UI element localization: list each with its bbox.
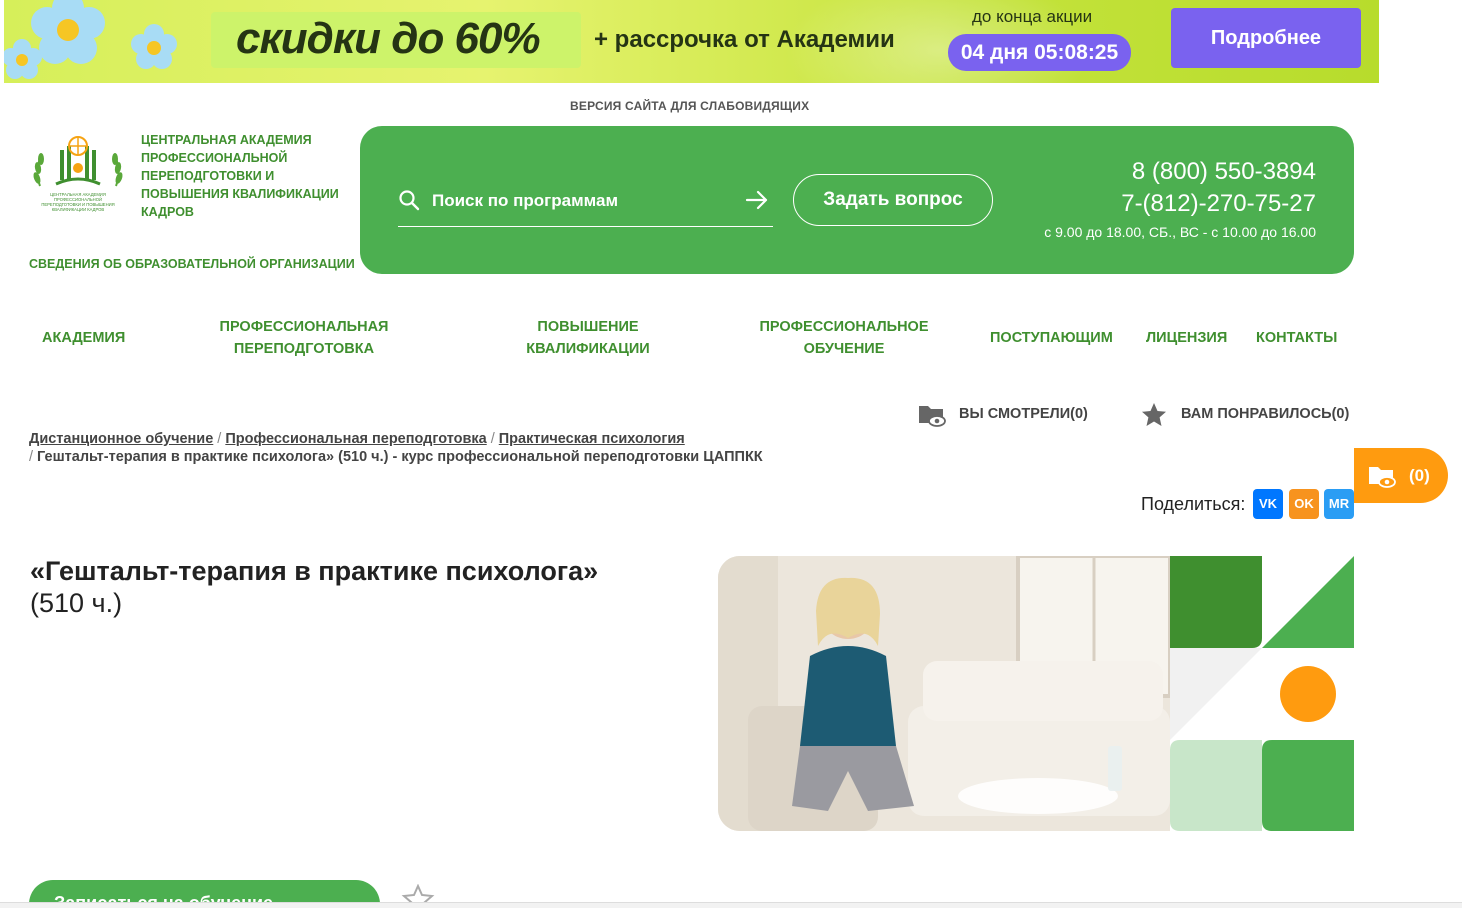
course-hours: (510 ч.) bbox=[30, 588, 123, 618]
nav-contacts[interactable]: КОНТАКТЫ bbox=[1256, 327, 1337, 349]
breadcrumb: Дистанционное обучение / Профессиональная … bbox=[29, 430, 859, 466]
ok-share-icon[interactable]: OK bbox=[1289, 489, 1319, 519]
search-icon bbox=[399, 190, 420, 211]
svg-text:КВАЛИФИКАЦИИ КАДРОВ: КВАЛИФИКАЦИИ КАДРОВ bbox=[52, 207, 105, 212]
nav-applicants[interactable]: ПОСТУПАЮЩИМ bbox=[990, 327, 1113, 349]
star-icon[interactable] bbox=[1140, 401, 1168, 429]
floating-viewed-button[interactable]: (0) bbox=[1354, 448, 1448, 503]
nav-professional-training[interactable]: ПРОФЕССИОНАЛЬНОЕ ОБУЧЕНИЕ bbox=[745, 316, 943, 360]
viewed-count[interactable]: ВЫ СМОТРЕЛИ(0) bbox=[959, 406, 1088, 422]
viewed-folder-eye-icon bbox=[1369, 467, 1396, 488]
search-field[interactable]: Поиск по программам bbox=[398, 183, 773, 227]
breadcrumb-link[interactable]: Профессиональная переподготовка bbox=[225, 431, 486, 447]
breadcrumb-separator: / bbox=[29, 449, 34, 465]
breadcrumb-separator: / bbox=[490, 431, 495, 447]
installment-text: + рассрочка от Академии bbox=[594, 26, 895, 53]
liked-count[interactable]: ВАМ ПОНРАВИЛОСЬ(0) bbox=[1181, 406, 1349, 422]
breadcrumb-link[interactable]: Дистанционное обучение bbox=[29, 431, 213, 447]
promo-countdown-timer: 04 дня 05:08:25 bbox=[948, 34, 1131, 71]
promo-until-label: до конца акции bbox=[972, 7, 1093, 26]
viewed-folder-eye-icon[interactable] bbox=[918, 401, 946, 429]
share-label: Поделиться: bbox=[1141, 494, 1246, 514]
breadcrumb-link[interactable]: Практическая психология bbox=[499, 431, 685, 447]
academy-name[interactable]: ЦЕНТРАЛЬНАЯ АКАДЕМИЯ ПРОФЕССИОНАЛЬНОЙ ПЕ… bbox=[141, 131, 351, 221]
sale-text: скидки до 60% bbox=[236, 14, 541, 63]
search-submit-arrow-icon[interactable] bbox=[745, 189, 769, 211]
course-title: «Гештальт-терапия в практике психолога» bbox=[30, 556, 599, 586]
nav-retraining[interactable]: ПРОФЕССИОНАЛЬНАЯ ПЕРЕПОДГОТОВКА bbox=[207, 316, 401, 360]
ask-question-button[interactable]: Задать вопрос bbox=[793, 174, 993, 226]
nav-license[interactable]: ЛИЦЕНЗИЯ bbox=[1146, 327, 1227, 349]
academy-logo-icon[interactable]: ЦЕНТРАЛЬНАЯ АКАДЕМИЯ ПРОФЕССИОНАЛЬНОЙ ПЕ… bbox=[30, 134, 126, 216]
breadcrumb-separator: / bbox=[217, 431, 222, 447]
search-input[interactable]: Поиск по программам bbox=[432, 191, 618, 211]
nav-academy[interactable]: АКАДЕМИЯ bbox=[42, 327, 125, 349]
bottom-divider bbox=[0, 902, 1462, 908]
phone-primary[interactable]: 8 (800) 550-3894 bbox=[1132, 158, 1316, 186]
breadcrumb-current: Гештальт-терапия в практике психолога» (… bbox=[37, 449, 763, 465]
floating-viewed-count: (0) bbox=[1409, 466, 1430, 485]
org-info-link[interactable]: СВЕДЕНИЯ ОБ ОБРАЗОВАТЕЛЬНОЙ ОРГАНИЗАЦИИ bbox=[29, 257, 355, 271]
promo-more-button[interactable]: Подробнее bbox=[1171, 8, 1361, 68]
phone-secondary[interactable]: 7-(812)-270-75-27 bbox=[1121, 190, 1316, 218]
mail-share-icon[interactable]: MR bbox=[1324, 489, 1354, 519]
decorative-shapes bbox=[1170, 556, 1354, 831]
psychologist-photo-illustration bbox=[718, 556, 1170, 831]
promo-banner[interactable]: скидки до 60% + рассрочка от Академии до… bbox=[4, 0, 1379, 83]
nav-qualification[interactable]: ПОВЫШЕНИЕ КВАЛИФИКАЦИИ bbox=[505, 316, 671, 360]
accessibility-version-link[interactable]: ВЕРСИЯ САЙТА ДЛЯ СЛАБОВИДЯЩИХ bbox=[570, 99, 809, 113]
working-hours: с 9.00 до 18.00, СБ., ВС - с 10.00 до 16… bbox=[1044, 224, 1316, 240]
vk-share-icon[interactable]: VK bbox=[1253, 489, 1283, 519]
flower-decoration-icon bbox=[4, 0, 177, 79]
course-hero-image bbox=[718, 556, 1170, 831]
